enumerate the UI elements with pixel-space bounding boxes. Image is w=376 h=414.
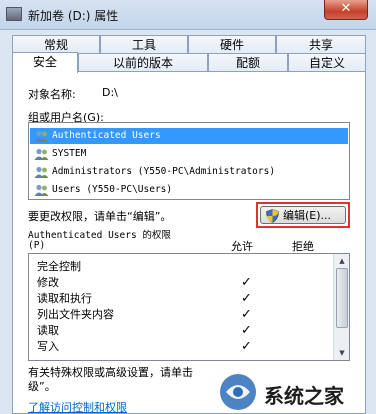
permissions-header-shortcut: (P) (28, 240, 46, 251)
tab-tools[interactable]: 工具 (100, 35, 188, 54)
uac-shield-icon (266, 209, 279, 223)
user-name: Users (Y550-PC\Users) (52, 184, 173, 195)
drive-icon (6, 7, 22, 21)
deny-column-header: 拒绝 (292, 240, 314, 253)
allow-check-icon: ✓ (241, 307, 252, 322)
user-name: Administrators (Y550-PC\Administrators) (52, 166, 276, 177)
scroll-up-icon[interactable]: ▲ (336, 255, 348, 267)
allow-check-icon: ✓ (241, 291, 252, 306)
allow-check-icon: ✓ (241, 323, 252, 338)
permission-row: 读取和执行 (37, 292, 92, 305)
object-name-value: D:\ (102, 86, 118, 99)
user-name: SYSTEM (52, 148, 87, 159)
watermark-logo-icon (220, 374, 256, 410)
tab-sharing[interactable]: 共享 (276, 35, 366, 54)
learn-access-control-link[interactable]: 了解访问控制和权限 (28, 399, 127, 414)
list-item[interactable]: Authenticated Users (30, 128, 348, 144)
edit-button-highlight: 编辑(E)... (256, 202, 350, 228)
permission-row: 修改 (37, 276, 59, 289)
watermark-text: 系统之家 (264, 384, 344, 408)
close-icon: ✕ (340, 1, 352, 16)
tab-hardware[interactable]: 硬件 (188, 35, 276, 54)
permissions-scrollbar[interactable]: ▲ ▼ (333, 254, 349, 360)
allow-column-header: 允许 (231, 240, 253, 253)
allow-check-icon: ✓ (241, 275, 252, 290)
user-name: Authenticated Users (52, 130, 161, 141)
close-button[interactable]: ✕ (324, 0, 368, 20)
user-group-icon (34, 166, 49, 178)
permission-row: 读取 (37, 324, 59, 337)
tab-security[interactable]: 安全 (12, 52, 78, 73)
change-permissions-hint: 要更改权限，请单击“编辑”。 (28, 210, 172, 223)
scroll-thumb[interactable] (336, 268, 348, 328)
tab-row-front: 安全 以前的版本 配额 自定义 (12, 52, 366, 73)
tab-quota[interactable]: 配额 (208, 53, 288, 72)
tab-previous-versions[interactable]: 以前的版本 (78, 53, 208, 72)
tab-customize[interactable]: 自定义 (288, 53, 366, 72)
permissions-header: Authenticated Users 的权限 (28, 230, 171, 241)
allow-check-icon: ✓ (241, 339, 252, 354)
title-bar: 新加卷 (D:) 属性 ✕ (0, 0, 376, 30)
permission-row: 列出文件夹内容 (37, 308, 114, 321)
edit-button[interactable]: 编辑(E)... (260, 206, 346, 224)
permissions-list[interactable]: 完全控制 修改 读取和执行 列出文件夹内容 读取 写入 ✓ ✓ ✓ ✓ ✓ ▲ … (28, 253, 350, 361)
list-item[interactable]: SYSTEM (30, 146, 348, 162)
permission-row: 完全控制 (37, 260, 81, 273)
window-title: 新加卷 (D:) 属性 (28, 9, 119, 23)
object-name-label: 对象名称: (28, 88, 76, 101)
list-item[interactable]: Administrators (Y550-PC\Administrators) (30, 164, 348, 180)
users-list[interactable]: Authenticated Users SYSTEM Administrator… (28, 122, 350, 200)
list-item[interactable]: Users (Y550-PC\Users) (30, 182, 348, 198)
watermark: 系统之家 (218, 372, 376, 412)
permission-row: 写入 (37, 340, 59, 353)
user-group-icon (34, 130, 49, 142)
scroll-down-icon[interactable]: ▼ (336, 347, 348, 359)
special-permissions-hint-cont: 级”。 (28, 380, 56, 393)
user-group-icon (34, 184, 49, 196)
user-group-icon (34, 148, 49, 160)
